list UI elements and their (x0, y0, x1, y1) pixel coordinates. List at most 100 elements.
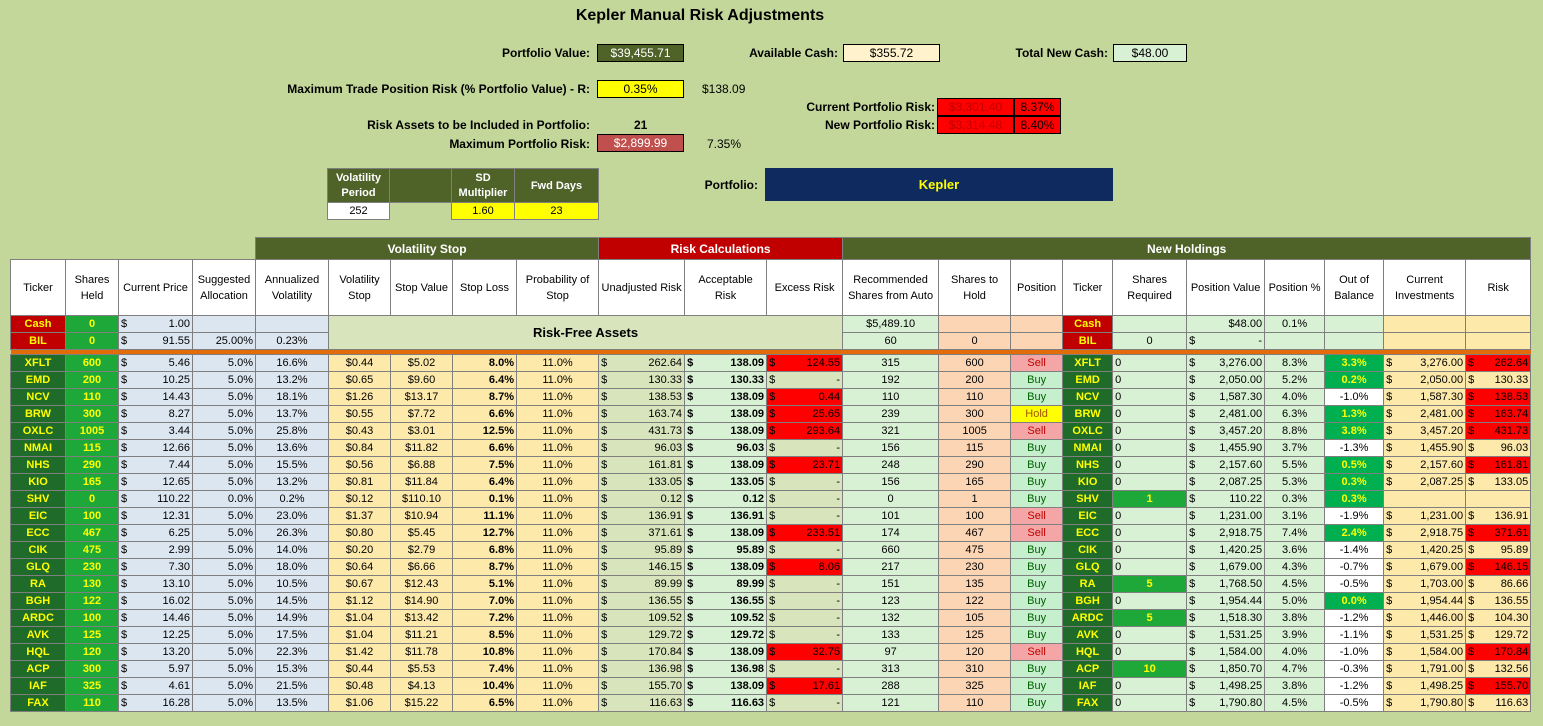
available-cash[interactable]: $355.72 (843, 44, 940, 62)
cash-ticker[interactable]: Cash (10, 315, 66, 333)
cell-13[interactable]: 600 (938, 354, 1012, 372)
cell-16: 10 (1112, 660, 1188, 678)
cell-5: $0.84 (328, 439, 391, 457)
dollar-sign: $ (121, 476, 128, 488)
cell-17: $2,157.60 (1186, 456, 1266, 474)
cell-0[interactable]: RA (10, 575, 66, 593)
cell-15: ARDC (1062, 609, 1114, 627)
fwd-days-value[interactable]: 23 (514, 202, 599, 220)
cell-0[interactable]: BRW (10, 405, 66, 423)
table-row: AVK 125 $12.25 5.0% 17.5% $1.04 $11.21 8.5% 11.0… (10, 626, 1532, 644)
cell-0[interactable]: GLQ (10, 558, 66, 576)
cell-13[interactable]: 100 (938, 507, 1012, 525)
cell-0[interactable]: XFLT (10, 354, 66, 372)
col-header-3: Suggested Allocation (192, 259, 256, 316)
cell-12: 151 (842, 575, 940, 593)
cell-1: 100 (65, 609, 119, 627)
cell-0[interactable]: NCV (10, 388, 66, 406)
cell-0[interactable]: ARDC (10, 609, 66, 627)
portfolio-name[interactable]: Kepler (765, 168, 1113, 201)
total-new-cash[interactable]: $48.00 (1113, 44, 1187, 62)
cell-13[interactable]: 120 (938, 643, 1012, 661)
value: 13.10 (162, 578, 190, 590)
cell-0[interactable]: NMAI (10, 439, 66, 457)
cell-17: $3,457.20 (1186, 422, 1266, 440)
cell-13[interactable]: 310 (938, 660, 1012, 678)
cell-0[interactable]: IAF (10, 677, 66, 695)
bil-ticker[interactable]: BIL (10, 332, 66, 350)
dollar-sign: $ (769, 459, 776, 471)
dollar-sign: $ (1468, 357, 1475, 369)
portfolio-value[interactable]: $39,455.71 (597, 44, 684, 62)
value: 133.05 (648, 476, 683, 488)
cell-9: $89.99 (598, 575, 686, 593)
cell-2: $14.46 (118, 609, 193, 627)
cell-20: $2,087.25 (1383, 473, 1467, 491)
cell-13[interactable]: 325 (938, 677, 1012, 695)
cell-13[interactable]: 1005 (938, 422, 1012, 440)
vol-period-value[interactable]: 252 (327, 202, 390, 220)
cell-12: 315 (842, 354, 940, 372)
cell-7: 10.4% (452, 677, 517, 695)
cell-15: ECC (1062, 524, 1114, 542)
dollar-sign: $ (1468, 680, 1475, 692)
cell-0[interactable]: FAX (10, 694, 66, 712)
cell-0[interactable]: HQL (10, 643, 66, 661)
cell-0[interactable]: KIO (10, 473, 66, 491)
value: - (836, 697, 841, 709)
cell-16: 5 (1112, 609, 1188, 627)
cell-6: $110.10 (390, 490, 453, 508)
current-risk-amt: $3,301.40 (937, 98, 1014, 116)
cell-21: $431.73 (1465, 422, 1532, 440)
cell-0[interactable]: ECC (10, 524, 66, 542)
cell-13[interactable]: 105 (938, 609, 1012, 627)
cell-0[interactable]: NHS (10, 456, 66, 474)
cell-13[interactable]: 122 (938, 592, 1012, 610)
value: 1,455.90 (1219, 442, 1263, 454)
cell-0[interactable]: ACP (10, 660, 66, 678)
cell-0[interactable]: SHV (10, 490, 66, 508)
bil-shares-to-hold[interactable]: 0 (938, 332, 1012, 350)
cell-19: 3.3% (1324, 354, 1385, 372)
value: 138.09 (730, 408, 765, 420)
max-portfolio-risk[interactable]: $2,899.99 (597, 134, 684, 152)
cell-14: Sell (1010, 524, 1064, 542)
risk-assets-count: 21 (634, 118, 648, 132)
cell-10: $138.09 (684, 558, 768, 576)
value: 2,481.00 (1420, 408, 1464, 420)
value: 6.25 (168, 527, 190, 539)
cell-0[interactable]: AVK (10, 626, 66, 644)
cell-13[interactable]: 1 (938, 490, 1012, 508)
col-header-13: Shares to Hold (938, 259, 1012, 316)
cell-13[interactable]: 110 (938, 388, 1012, 406)
value: - (836, 476, 841, 488)
max-trade-risk-pct[interactable]: 0.35% (597, 80, 684, 98)
cell-13[interactable]: 467 (938, 524, 1012, 542)
cell-0[interactable]: BGH (10, 592, 66, 610)
dollar-sign: $ (601, 476, 608, 488)
cell-13[interactable]: 125 (938, 626, 1012, 644)
cell-13[interactable]: 475 (938, 541, 1012, 559)
cell-13[interactable]: 135 (938, 575, 1012, 593)
cell-13[interactable]: 290 (938, 456, 1012, 474)
cell-13[interactable]: 115 (938, 439, 1012, 457)
cell-13[interactable]: 110 (938, 694, 1012, 712)
cell-13[interactable]: 200 (938, 371, 1012, 389)
cell-20: $1,231.00 (1383, 507, 1467, 525)
cell-13[interactable]: 165 (938, 473, 1012, 491)
cell-0[interactable]: OXLC (10, 422, 66, 440)
value: 129.72 (648, 629, 683, 641)
sd-multiplier-value[interactable]: 1.60 (451, 202, 515, 220)
dollar-sign: $ (121, 527, 128, 539)
cell-0[interactable]: CIK (10, 541, 66, 559)
cell-7: 6.5% (452, 694, 517, 712)
cell-7: 8.0% (452, 354, 517, 372)
cell-6: $13.42 (390, 609, 453, 627)
cell-0[interactable]: EMD (10, 371, 66, 389)
new-risk-amt: $3,314.48 (937, 116, 1014, 134)
cell-13[interactable]: 230 (938, 558, 1012, 576)
cell-0[interactable]: EIC (10, 507, 66, 525)
cell-13[interactable]: 300 (938, 405, 1012, 423)
dollar-sign: $ (1468, 544, 1475, 556)
cell-14: Buy (1010, 694, 1064, 712)
